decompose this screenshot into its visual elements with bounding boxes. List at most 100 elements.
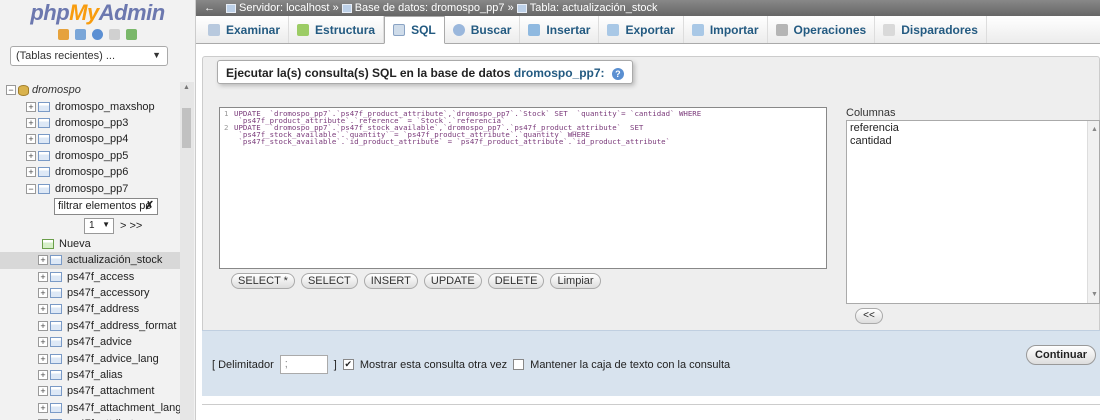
expand-icon[interactable]: +: [38, 288, 48, 299]
sql-query-editor[interactable]: 1 UPDATE `dromospo_pp7`.`ps47f_product_at…: [219, 107, 827, 269]
tree-table[interactable]: + ps47f_attachment: [0, 383, 180, 399]
insert-column-button[interactable]: <<: [855, 308, 883, 324]
table-label: ps47f_address_format: [67, 319, 177, 332]
help-icon[interactable]: [92, 28, 103, 40]
tree-database[interactable]: + dromospo_pp6: [0, 164, 180, 180]
import-icon: [691, 23, 704, 36]
database-label: dromospo_pp7: [55, 182, 129, 195]
clear-button[interactable]: Limpiar: [550, 273, 601, 289]
tab-examinar[interactable]: Examinar: [200, 16, 290, 43]
expand-icon[interactable]: +: [26, 117, 36, 128]
tab-sql[interactable]: SQL: [384, 16, 445, 44]
update-button[interactable]: UPDATE: [423, 273, 482, 289]
expand-icon[interactable]: +: [38, 402, 48, 413]
tab-operaciones[interactable]: Operaciones: [768, 16, 876, 43]
code-text: `ps47f_stock_available`.`id_product_attr…: [234, 137, 671, 146]
columns-list[interactable]: referencia cantidad ▲ ▼: [846, 120, 1100, 304]
legend-database[interactable]: dromospo_pp7:: [514, 66, 605, 80]
tree-database[interactable]: + dromospo_pp5: [0, 148, 180, 164]
help-icon[interactable]: ?: [611, 68, 624, 80]
tab-label: Operaciones: [793, 22, 867, 37]
expand-icon[interactable]: +: [26, 101, 36, 112]
logout-icon[interactable]: [75, 28, 86, 40]
tree-table[interactable]: + ps47f_advice: [0, 334, 180, 350]
columns-label: Columnas: [846, 107, 896, 119]
tree-table[interactable]: + ps47f_accessory: [0, 285, 180, 301]
tree-table[interactable]: + ps47f_address_format: [0, 318, 180, 334]
tree-database[interactable]: + dromospo_pp4: [0, 131, 180, 147]
select-star-button[interactable]: SELECT *: [231, 273, 295, 289]
go-button[interactable]: Continuar: [1026, 345, 1096, 365]
home-icon[interactable]: [58, 28, 69, 40]
expand-icon[interactable]: +: [38, 370, 48, 381]
top-area: ← Servidor: localhost » Base de datos: d…: [196, 0, 1100, 44]
clear-filter-icon[interactable]: ✗: [145, 199, 154, 212]
collapse-icon[interactable]: −: [6, 85, 16, 96]
docs-icon[interactable]: [109, 28, 120, 40]
tree-table[interactable]: + ps47f_advice_lang: [0, 350, 180, 366]
table-icon: [50, 304, 62, 315]
breadcrumb-server[interactable]: Servidor: localhost: [239, 2, 330, 14]
tab-importar[interactable]: Importar: [684, 16, 768, 43]
tree-table[interactable]: + ps47f_address: [0, 301, 180, 317]
columns-scrollbar[interactable]: ▲ ▼: [1087, 121, 1099, 303]
scroll-down-icon[interactable]: ▼: [1091, 288, 1098, 301]
expand-icon[interactable]: +: [38, 320, 48, 331]
page-select[interactable]: 1 ▼: [84, 217, 114, 234]
tree-root[interactable]: − dromospo: [0, 82, 180, 98]
tab-disparadores[interactable]: Disparadores: [875, 16, 987, 43]
column-option[interactable]: referencia: [850, 122, 1096, 135]
tab-insertar[interactable]: Insertar: [520, 16, 600, 43]
scroll-up-icon[interactable]: ▲: [1091, 123, 1098, 136]
logo-php: php: [30, 0, 70, 25]
code-line: `ps47f_stock_available`.`id_product_attr…: [224, 138, 826, 145]
select-button[interactable]: SELECT: [300, 273, 358, 289]
column-option[interactable]: cantidad: [850, 135, 1096, 148]
expand-icon[interactable]: +: [26, 134, 36, 145]
delimiter-input[interactable]: ;: [279, 355, 328, 374]
expand-icon[interactable]: +: [38, 353, 48, 364]
expand-icon[interactable]: +: [26, 167, 36, 178]
back-arrow-icon[interactable]: ←: [204, 2, 215, 14]
navigation-scrollbar[interactable]: ▲: [180, 82, 194, 420]
table-icon: [50, 337, 62, 348]
phpmyadmin-logo[interactable]: phpMyAdmin: [0, 0, 195, 26]
tree-table[interactable]: +ps47f_attribute: [0, 416, 180, 420]
reload-icon[interactable]: [126, 28, 137, 40]
expand-icon[interactable]: +: [38, 304, 48, 315]
database-icon: [38, 150, 50, 161]
tree-table[interactable]: + ps47f_attachment_lang: [0, 400, 182, 416]
delete-button[interactable]: DELETE: [487, 273, 545, 289]
tree-table[interactable]: + ps47f_alias: [0, 367, 180, 383]
breadcrumb-table[interactable]: Tabla: actualización_stock: [530, 2, 658, 14]
keep-box-checkbox[interactable]: [513, 359, 525, 370]
table-label: ps47f_attachment_lang: [67, 401, 182, 414]
expand-icon[interactable]: +: [38, 255, 48, 266]
tree-table-selected[interactable]: + actualización_stock: [0, 252, 180, 269]
recent-tables-select[interactable]: (Tablas recientes) ... ▼: [10, 46, 168, 66]
tab-label: Buscar: [470, 22, 512, 37]
insert-button[interactable]: INSERT: [363, 273, 418, 289]
tab-estructura[interactable]: Estructura: [289, 16, 385, 43]
new-table-item[interactable]: Nueva: [0, 236, 180, 252]
expand-icon[interactable]: +: [38, 271, 48, 282]
expand-icon[interactable]: +: [26, 150, 36, 161]
expand-icon[interactable]: +: [38, 386, 48, 397]
tree-database-active[interactable]: − dromospo_pp7: [0, 180, 180, 196]
scrollbar-thumb[interactable]: [182, 108, 191, 148]
breadcrumb-database[interactable]: Base de datos: dromospo_pp7: [355, 2, 505, 14]
show-query-label: Mostrar esta consulta otra vez: [359, 358, 508, 371]
next-page-link[interactable]: > >>: [120, 220, 142, 232]
logo-my: My: [69, 0, 99, 25]
expand-icon[interactable]: +: [38, 337, 48, 348]
tab-exportar[interactable]: Exportar: [599, 16, 684, 43]
tree-database[interactable]: + dromospo_maxshop: [0, 98, 180, 114]
tab-label: Insertar: [546, 22, 591, 37]
tree-table[interactable]: + ps47f_access: [0, 269, 180, 285]
tab-buscar[interactable]: Buscar: [445, 16, 521, 43]
tree-database[interactable]: + dromospo_pp3: [0, 115, 180, 131]
collapse-icon[interactable]: −: [26, 183, 36, 194]
scroll-up-icon[interactable]: ▲: [183, 84, 190, 91]
show-query-checkbox[interactable]: ✔: [342, 359, 354, 370]
table-filter-input[interactable]: filtrar elementos po ✗: [54, 197, 158, 215]
